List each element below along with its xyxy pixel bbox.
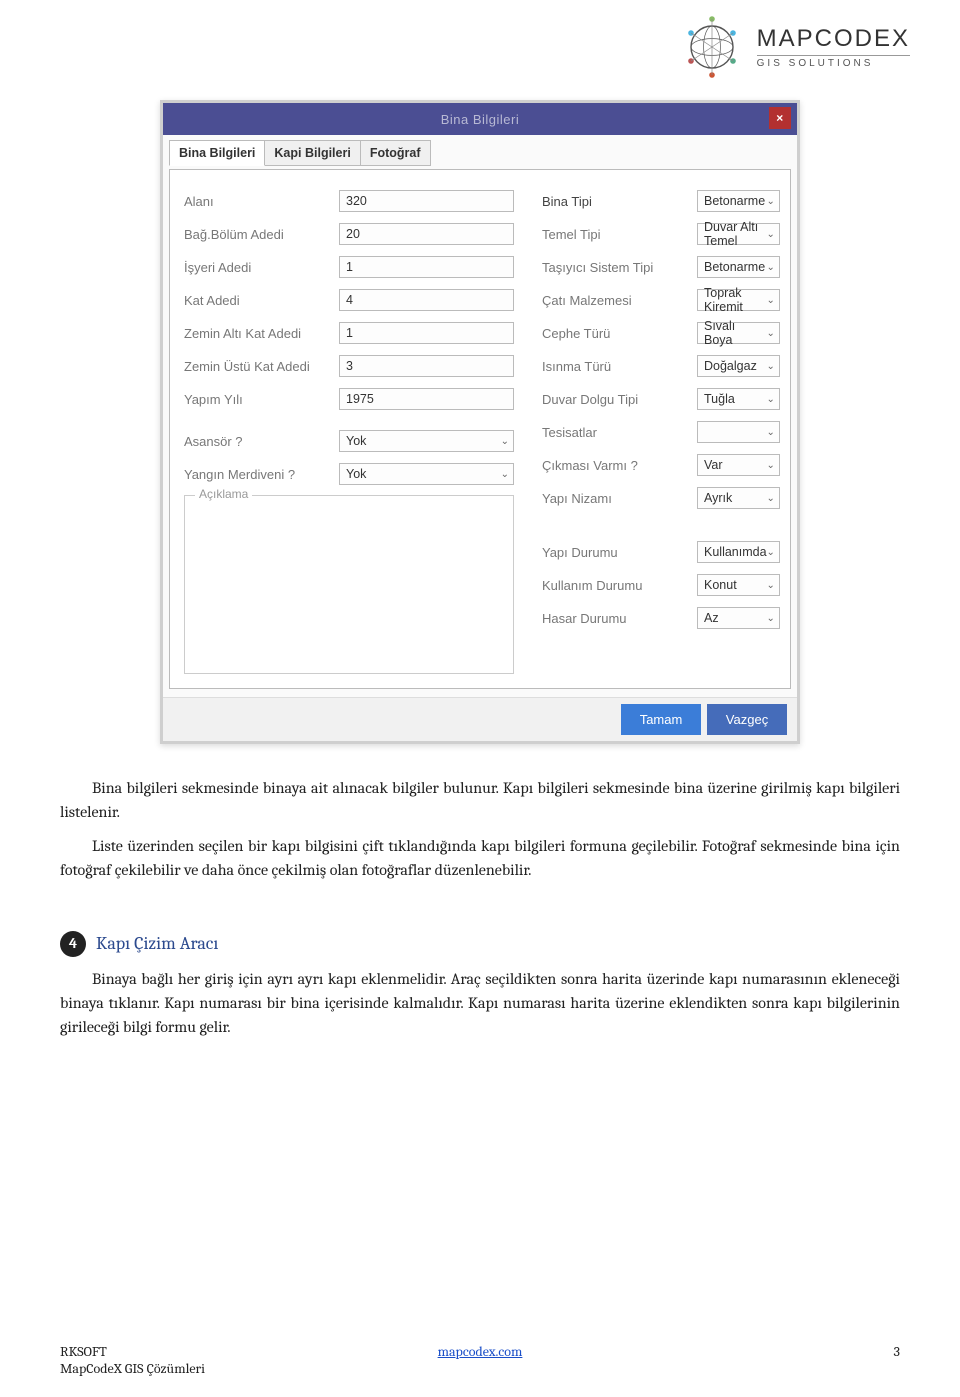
chevron-down-icon: ⌄ [767, 547, 775, 558]
label-zeminalti: Zemin Altı Kat Adedi [184, 326, 339, 341]
select-yapi-durumu[interactable]: Kullanımda⌄ [697, 541, 780, 563]
label-isyeri: İşyeri Adedi [184, 260, 339, 275]
input-alani[interactable] [339, 190, 514, 212]
chevron-down-icon: ⌄ [767, 613, 775, 624]
label-alani: Alanı [184, 194, 339, 209]
label-nizam: Yapı Nizamı [542, 491, 697, 506]
input-kat[interactable] [339, 289, 514, 311]
chevron-down-icon: ⌄ [501, 436, 509, 447]
select-isinma[interactable]: Doğalgaz⌄ [697, 355, 780, 377]
label-tasiyici: Taşıyıcı Sistem Tipi [542, 260, 697, 275]
select-bina-tipi[interactable]: Betonarme⌄ [697, 190, 780, 212]
globe-network-icon [677, 12, 747, 82]
select-kullanim[interactable]: Konut⌄ [697, 574, 780, 596]
select-dolgu[interactable]: Tuğla⌄ [697, 388, 780, 410]
close-icon: × [776, 111, 784, 125]
footer-company: RKSOFT [60, 1343, 340, 1360]
select-cati[interactable]: Toprak Kiremit⌄ [697, 289, 780, 311]
document-body: Bina bilgileri sekmesinde binaya ait alı… [60, 776, 900, 1039]
select-nizam[interactable]: Ayrık⌄ [697, 487, 780, 509]
paragraph-3: Binaya bağlı her giriş için ayrı ayrı ka… [60, 967, 900, 1039]
tab-fotograf[interactable]: Fotoğraf [361, 140, 431, 166]
tab-panel-bina: Alanı Bağ.Bölüm Adedi İşyeri Adedi Kat A… [169, 169, 791, 689]
label-temel-tipi: Temel Tipi [542, 227, 697, 242]
label-cikmasi: Çıkması Varmı ? [542, 458, 697, 473]
label-bagbolum: Bağ.Bölüm Adedi [184, 227, 339, 242]
label-isinma: Isınma Türü [542, 359, 697, 374]
close-button[interactable]: × [769, 107, 791, 129]
ok-button[interactable]: Tamam [621, 704, 701, 735]
label-cephe: Cephe Türü [542, 326, 697, 341]
tab-strip: Bina Bilgileri Kapi Bilgileri Fotoğraf [169, 139, 791, 165]
input-zeminustu[interactable] [339, 355, 514, 377]
tab-bina-bilgileri[interactable]: Bina Bilgileri [169, 140, 265, 166]
label-kullanim: Kullanım Durumu [542, 578, 697, 593]
label-hasar: Hasar Durumu [542, 611, 697, 626]
label-tesisatlar: Tesisatlar [542, 425, 697, 440]
dialog-button-bar: Tamam Vazgeç [163, 697, 797, 741]
chevron-down-icon: ⌄ [767, 328, 775, 339]
select-tesisatlar[interactable]: ⌄ [697, 421, 780, 443]
chevron-down-icon: ⌄ [767, 493, 775, 504]
select-cikmasi[interactable]: Var⌄ [697, 454, 780, 476]
label-yapi-durumu: Yapı Durumu [542, 545, 697, 560]
label-bina-tipi: Bina Tipi [542, 194, 697, 209]
paragraph-2: Liste üzerinden seçilen bir kapı bilgisi… [60, 834, 900, 882]
chevron-down-icon: ⌄ [501, 469, 509, 480]
chevron-down-icon: ⌄ [767, 229, 775, 240]
input-bagbolum[interactable] [339, 223, 514, 245]
label-aciklama: Açıklama [195, 487, 252, 501]
paragraph-1: Bina bilgileri sekmesinde binaya ait alı… [60, 776, 900, 824]
section-header: 4 Kapı Çizim Aracı [60, 930, 900, 957]
chevron-down-icon: ⌄ [767, 262, 775, 273]
dialog-titlebar: Bina Bilgileri × [163, 103, 797, 135]
label-yapimyili: Yapım Yılı [184, 392, 339, 407]
dialog-title: Bina Bilgileri [441, 112, 520, 127]
label-dolgu: Duvar Dolgu Tipi [542, 392, 697, 407]
section-title: Kapı Çizim Aracı [96, 930, 218, 957]
label-asansor: Asansör ? [184, 434, 339, 449]
label-zeminustu: Zemin Üstü Kat Adedi [184, 359, 339, 374]
select-cephe[interactable]: Sıvalı Boya⌄ [697, 322, 780, 344]
section-number-badge: 4 [60, 931, 86, 957]
brand-name: MAPCODEX [757, 25, 910, 53]
label-kat: Kat Adedi [184, 293, 339, 308]
select-asansor[interactable]: Yok⌄ [339, 430, 514, 452]
chevron-down-icon: ⌄ [767, 394, 775, 405]
input-yapimyili[interactable] [339, 388, 514, 410]
page-footer: RKSOFT MapCodeX GIS Çözümleri mapcodex.c… [60, 1343, 900, 1377]
chevron-down-icon: ⌄ [767, 295, 775, 306]
cancel-button[interactable]: Vazgeç [707, 704, 787, 735]
footer-link[interactable]: mapcodex.com [340, 1343, 620, 1377]
label-yangin: Yangın Merdiveni ? [184, 467, 339, 482]
page-number: 3 [620, 1343, 900, 1377]
chevron-down-icon: ⌄ [767, 427, 775, 438]
tab-kapi-bilgileri[interactable]: Kapi Bilgileri [265, 140, 360, 166]
input-isyeri[interactable] [339, 256, 514, 278]
select-tasiyici[interactable]: Betonarme⌄ [697, 256, 780, 278]
brand-logo: MAPCODEX GIS SOLUTIONS [677, 12, 910, 82]
select-hasar[interactable]: Az⌄ [697, 607, 780, 629]
chevron-down-icon: ⌄ [767, 580, 775, 591]
input-zeminalti[interactable] [339, 322, 514, 344]
bina-bilgileri-dialog: Bina Bilgileri × Bina Bilgileri Kapi Bil… [160, 100, 800, 744]
textarea-aciklama[interactable] [197, 508, 501, 658]
select-temel-tipi[interactable]: Duvar Altı Temel⌄ [697, 223, 780, 245]
chevron-down-icon: ⌄ [767, 460, 775, 471]
select-yangin[interactable]: Yok⌄ [339, 463, 514, 485]
label-cati: Çatı Malzemesi [542, 293, 697, 308]
footer-product: MapCodeX GIS Çözümleri [60, 1360, 340, 1377]
chevron-down-icon: ⌄ [767, 361, 775, 372]
aciklama-fieldset: Açıklama [184, 495, 514, 674]
brand-tagline: GIS SOLUTIONS [757, 55, 910, 69]
chevron-down-icon: ⌄ [767, 196, 775, 207]
